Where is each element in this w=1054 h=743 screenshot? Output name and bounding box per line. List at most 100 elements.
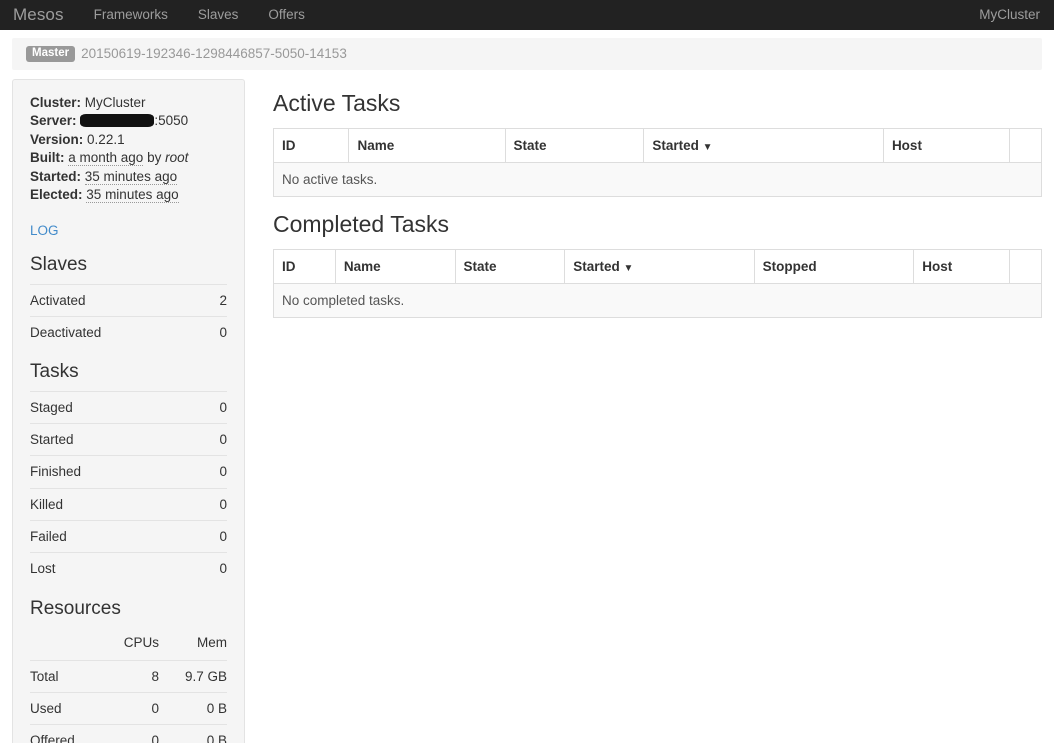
resources-label-used: Used — [30, 692, 91, 724]
tasks-label-lost: Lost — [30, 553, 202, 585]
master-info-bar: Master 20150619-192346-1298446857-5050-1… — [12, 38, 1042, 70]
resources-header-mem: Mem — [159, 627, 227, 660]
resources-mem-total: 9.7 GB — [159, 660, 227, 692]
meta-label-server: Server: — [30, 113, 77, 128]
masterbar-wrapper: Master 20150619-192346-1298446857-5050-1… — [0, 30, 1054, 70]
resources-mem-offered: 0 B — [159, 725, 227, 743]
meta-label-elected: Elected: — [30, 187, 83, 202]
meta-value-built-user: root — [165, 150, 188, 165]
nav-link-offers[interactable]: Offers — [253, 5, 320, 24]
meta-built-by-word: by — [147, 150, 161, 165]
tasks-table: Staged 0 Started 0 Finished 0 Killed 0 F… — [30, 391, 227, 585]
slaves-label-deactivated: Deactivated — [30, 316, 208, 348]
active-tasks-col-host[interactable]: Host — [883, 128, 1009, 162]
sidebar-panel: Cluster: MyCluster Server: :5050 Version… — [12, 79, 245, 743]
nav-item-offers[interactable]: Offers — [253, 5, 320, 24]
resources-heading: Resources — [30, 598, 227, 621]
active-tasks-empty-row: No active tasks. — [274, 162, 1042, 196]
resources-label-offered: Offered — [30, 725, 91, 743]
meta-label-cluster: Cluster: — [30, 95, 81, 110]
completed-tasks-col-stopped[interactable]: Stopped — [754, 249, 914, 283]
top-navbar: Mesos Frameworks Slaves Offers MyCluster — [0, 0, 1054, 30]
slaves-label-activated: Activated — [30, 284, 208, 316]
resources-label-total: Total — [30, 660, 91, 692]
completed-tasks-col-started[interactable]: Started ▼ — [565, 249, 754, 283]
completed-tasks-empty-message: No completed tasks. — [274, 284, 1042, 318]
tasks-value-failed: 0 — [202, 521, 227, 553]
tasks-heading: Tasks — [30, 361, 227, 384]
active-tasks-empty-message: No active tasks. — [274, 162, 1042, 196]
active-tasks-col-state[interactable]: State — [505, 128, 644, 162]
tasks-label-killed: Killed — [30, 488, 202, 520]
table-row: Killed 0 — [30, 488, 227, 520]
tasks-value-staged: 0 — [202, 391, 227, 423]
redacted-server-address — [80, 114, 154, 127]
meta-value-server-port: :5050 — [154, 113, 188, 128]
table-row: Finished 0 — [30, 456, 227, 488]
completed-tasks-col-id[interactable]: ID — [274, 249, 336, 283]
brand-link[interactable]: Mesos — [0, 3, 79, 27]
page-content: Cluster: MyCluster Server: :5050 Version… — [0, 79, 1054, 743]
meta-value-cluster: MyCluster — [85, 95, 146, 110]
meta-row-built: Built: a month ago by root — [30, 149, 227, 167]
resources-mem-used: 0 B — [159, 692, 227, 724]
table-row: Deactivated 0 — [30, 316, 227, 348]
meta-row-server: Server: :5050 — [30, 112, 227, 130]
resources-cpus-total: 8 — [91, 660, 159, 692]
master-badge: Master — [26, 46, 75, 63]
resources-header-blank — [30, 627, 91, 660]
nav-link-slaves[interactable]: Slaves — [183, 5, 254, 24]
master-id-text: 20150619-192346-1298446857-5050-14153 — [81, 44, 347, 63]
nav-link-frameworks[interactable]: Frameworks — [79, 5, 183, 24]
completed-tasks-heading: Completed Tasks — [273, 211, 1042, 239]
navbar-right-section: MyCluster — [979, 0, 1040, 30]
main-content: Active Tasks ID Name State Started ▼ Hos… — [245, 79, 1042, 332]
completed-tasks-col-name[interactable]: Name — [335, 249, 455, 283]
meta-label-built: Built: — [30, 150, 65, 165]
table-row: Total 8 9.7 GB — [30, 660, 227, 692]
table-row: Failed 0 — [30, 521, 227, 553]
active-tasks-col-id[interactable]: ID — [274, 128, 349, 162]
active-tasks-col-started[interactable]: Started ▼ — [644, 128, 884, 162]
nav-item-frameworks[interactable]: Frameworks — [79, 5, 183, 24]
active-tasks-heading: Active Tasks — [273, 90, 1042, 118]
resources-cpus-offered: 0 — [91, 725, 159, 743]
log-link[interactable]: LOG — [30, 221, 227, 240]
completed-tasks-col-state[interactable]: State — [455, 249, 565, 283]
completed-tasks-table: ID Name State Started ▼ Stopped Host No … — [273, 249, 1042, 319]
tasks-label-failed: Failed — [30, 521, 202, 553]
tasks-label-finished: Finished — [30, 456, 202, 488]
slaves-value-deactivated: 0 — [208, 316, 227, 348]
sort-descending-icon: ▼ — [624, 263, 634, 274]
resources-header-row: CPUs Mem — [30, 627, 227, 660]
meta-label-started: Started: — [30, 169, 81, 184]
sort-descending-icon: ▼ — [703, 142, 713, 153]
meta-value-elected[interactable]: 35 minutes ago — [86, 187, 178, 203]
meta-value-version: 0.22.1 — [87, 132, 125, 147]
meta-value-started[interactable]: 35 minutes ago — [85, 169, 177, 185]
active-tasks-col-started-label: Started — [652, 138, 699, 153]
table-row: Staged 0 — [30, 391, 227, 423]
table-row: Started 0 — [30, 424, 227, 456]
resources-cpus-used: 0 — [91, 692, 159, 724]
cluster-metadata-list: Cluster: MyCluster Server: :5050 Version… — [30, 94, 227, 204]
table-row: Used 0 0 B — [30, 692, 227, 724]
primary-nav: Frameworks Slaves Offers — [79, 5, 320, 24]
meta-row-started: Started: 35 minutes ago — [30, 168, 227, 186]
slaves-heading: Slaves — [30, 254, 227, 277]
completed-tasks-col-host[interactable]: Host — [914, 249, 1010, 283]
nav-item-slaves[interactable]: Slaves — [183, 5, 254, 24]
active-tasks-col-blank — [1009, 128, 1041, 162]
slaves-table: Activated 2 Deactivated 0 — [30, 284, 227, 349]
cluster-name-link[interactable]: MyCluster — [979, 5, 1040, 24]
meta-value-built-time[interactable]: a month ago — [68, 150, 143, 166]
meta-label-version: Version: — [30, 132, 83, 147]
meta-row-version: Version: 0.22.1 — [30, 131, 227, 149]
meta-row-cluster: Cluster: MyCluster — [30, 94, 227, 112]
tasks-value-lost: 0 — [202, 553, 227, 585]
tasks-value-killed: 0 — [202, 488, 227, 520]
completed-tasks-header-row: ID Name State Started ▼ Stopped Host — [274, 249, 1042, 283]
active-tasks-col-name[interactable]: Name — [349, 128, 505, 162]
tasks-label-staged: Staged — [30, 391, 202, 423]
table-row: Activated 2 — [30, 284, 227, 316]
